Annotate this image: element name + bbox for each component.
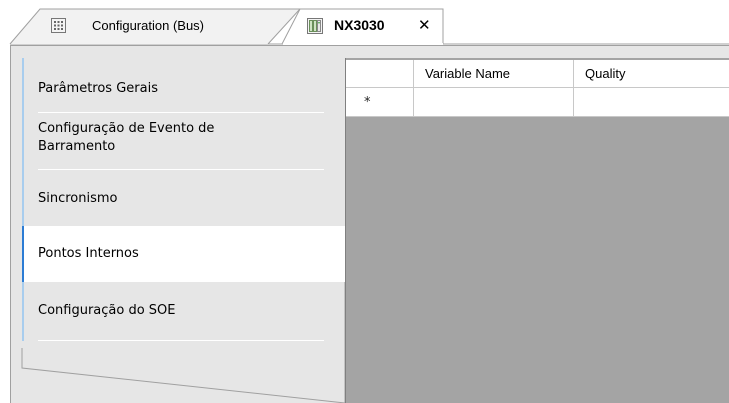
variable-name-cell[interactable] (414, 88, 574, 117)
sidebar-item-label: Configuração de Evento de Barramento (38, 121, 215, 154)
sidebar-item-sincronismo[interactable]: Sincronismo (22, 170, 345, 226)
divider (38, 340, 324, 341)
row-header-corner[interactable] (346, 60, 414, 88)
editor-tab-bar: Configuration (Bus) NX3030 ✕ (0, 0, 729, 45)
sidebar-item-parametros-gerais[interactable]: Parâmetros Gerais (22, 58, 345, 113)
row-header-cell[interactable]: * (346, 88, 414, 117)
new-row-marker: * (364, 95, 371, 110)
grid-device-icon (51, 18, 66, 33)
variables-grid[interactable]: Variable Name Quality * (345, 58, 729, 403)
settings-sidebar: Parâmetros Gerais Configuração de Evento… (21, 58, 346, 403)
sidebar-item-pontos-internos[interactable]: Pontos Internos (22, 226, 345, 282)
tab-label: Configuration (Bus) (92, 18, 204, 33)
quality-cell[interactable] (574, 88, 729, 117)
sidebar-item-configuracao-soe[interactable]: Configuração do SOE (22, 282, 345, 341)
column-header-label: Variable Name (425, 66, 511, 81)
column-header-quality[interactable]: Quality (574, 60, 729, 88)
close-icon[interactable]: ✕ (418, 17, 431, 34)
sidebar-item-label: Pontos Internos (38, 246, 139, 261)
tab-label: NX3030 (334, 17, 385, 33)
sidebar-item-label: Parâmetros Gerais (38, 81, 158, 96)
grid-header-row: Variable Name Quality (346, 60, 729, 88)
sidebar-item-label: Configuração do SOE (38, 303, 176, 318)
sidebar-item-configuracao-evento[interactable]: Configuração de Evento de Barramento (22, 113, 345, 170)
column-header-label: Quality (585, 66, 626, 81)
sidebar-item-label: Sincronismo (38, 191, 118, 206)
column-header-variable-name[interactable]: Variable Name (414, 60, 574, 88)
cpu-module-icon (307, 18, 323, 34)
